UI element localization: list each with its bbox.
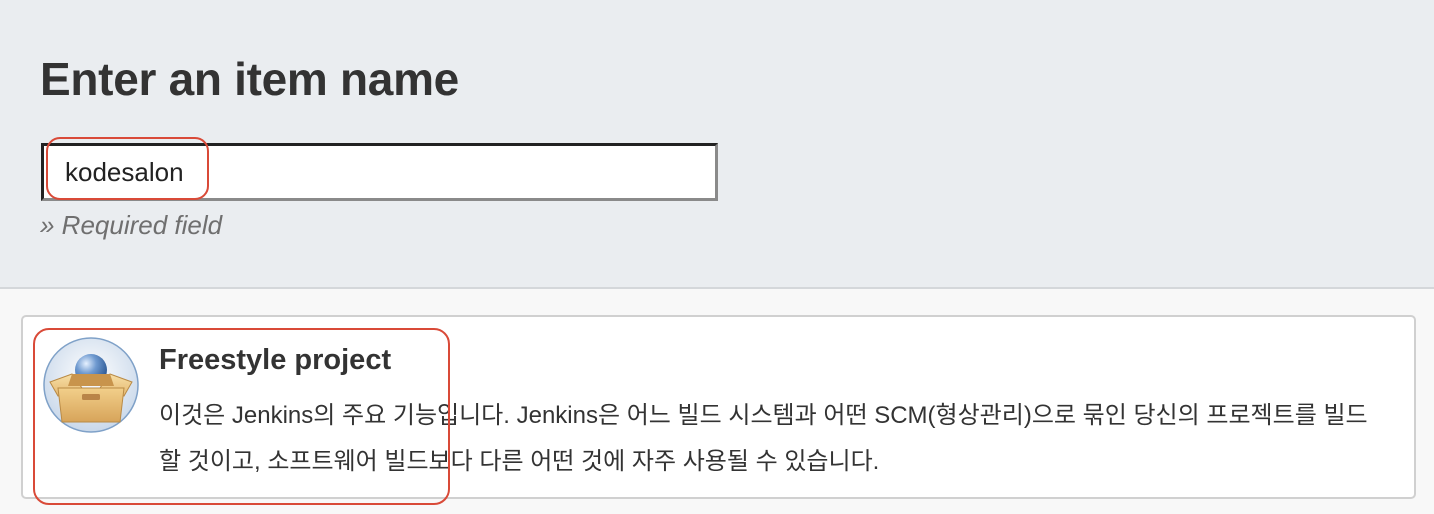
item-name-input[interactable] [41,143,718,201]
item-description: 이것은 Jenkins의 주요 기능입니다. Jenkins은 어느 빌드 시스… [159,402,1368,475]
page-title: Enter an item name [40,53,459,105]
required-field-hint: » Required field [40,210,223,240]
item-name-section: Enter an item name » Required field [0,0,1434,289]
freestyle-project-icon [43,337,139,433]
item-title: Freestyle project [159,344,392,376]
